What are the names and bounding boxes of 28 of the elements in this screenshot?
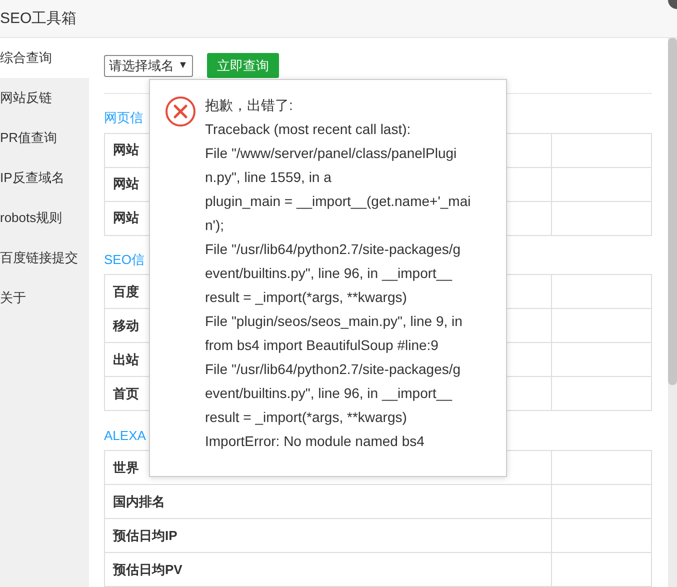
error-text: n'); (205, 216, 226, 235)
error-text: File "/usr/lib64/python2.7/site-packages/g (205, 360, 462, 379)
error-text: n.py", line 1559, in a (205, 168, 332, 187)
sidebar-item[interactable]: PR值查询 (0, 118, 89, 158)
error-text: File "/usr/lib64/python2.7/site-packages/g (205, 240, 462, 259)
window-title: SEO工具箱 (0, 9, 77, 28)
sidebar-item[interactable]: robots规则 (0, 198, 89, 238)
error-text: File "plugin/seos/seos_main.py", line 9, in (205, 312, 464, 331)
sidebar-item[interactable]: 百度链接提交 (0, 238, 89, 278)
error-icon (165, 96, 196, 127)
sidebar-item[interactable]: IP反查域名 (0, 158, 89, 198)
close-icon[interactable] (667, 0, 677, 10)
section-title: 网页信 (104, 109, 143, 128)
section-title: ALEXA (104, 428, 146, 444)
table-cell: 预估日均PV (105, 553, 551, 587)
sidebar-item[interactable]: 网站反链 (0, 78, 89, 118)
error-text: ImportError: No module named bs4 (205, 432, 426, 451)
sidebar-item[interactable]: 综合查询 (0, 38, 89, 78)
sidebar-item[interactable]: 关于 (0, 278, 89, 318)
error-text: File "/www/server/panel/class/panelPlugi (205, 144, 458, 163)
error-text: result = _import(*args, **kwargs) (205, 288, 408, 307)
domain-select[interactable]: 请选择域名 ▼ (104, 54, 193, 76)
error-text: event/builtins.py", line 96, in __import__ (205, 384, 454, 403)
section-title: SEO信 (104, 251, 144, 269)
table-cell: 预估日均IP (105, 519, 551, 554)
table-cell: 国内排名 (105, 485, 551, 520)
error-text: 抱歉，出错了: (205, 96, 294, 115)
scrollbar[interactable] (668, 38, 677, 587)
